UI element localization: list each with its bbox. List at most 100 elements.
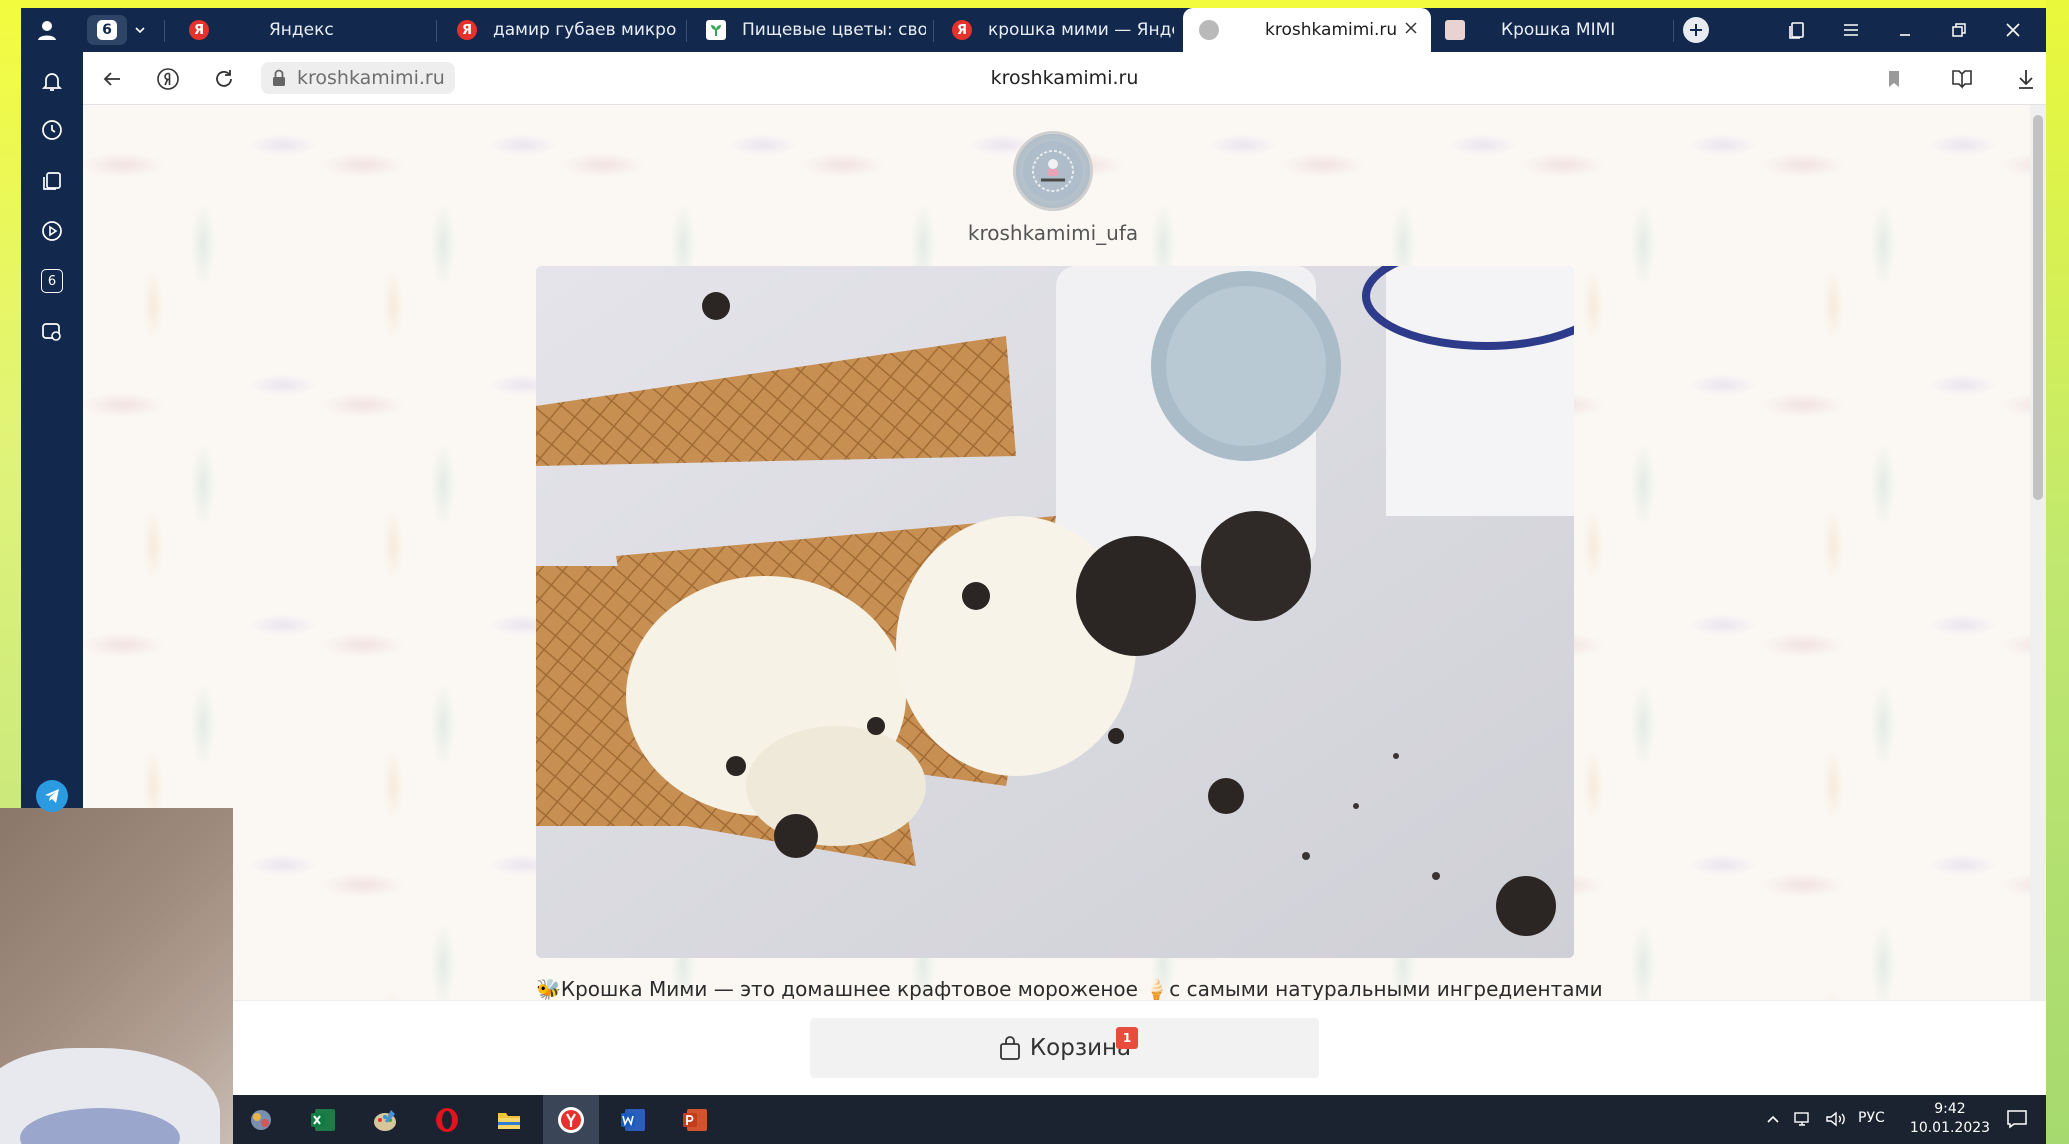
downloads-button[interactable] xyxy=(2011,64,2041,94)
powerpoint-icon xyxy=(683,1108,707,1131)
scrollbar-thumb[interactable] xyxy=(2033,115,2043,500)
scrollbar[interactable] xyxy=(2030,105,2046,1000)
image-favicon-icon xyxy=(1445,20,1465,40)
windows-taskbar: РУС 9:42 10.01.2023 xyxy=(233,1095,2046,1144)
opera-button[interactable] xyxy=(419,1095,475,1144)
back-button[interactable] xyxy=(97,64,127,94)
restore-button[interactable] xyxy=(1939,8,1979,52)
yandex-browser-button[interactable] xyxy=(543,1095,599,1144)
video-button[interactable] xyxy=(37,216,67,246)
cart-bar: Корзина xyxy=(233,1000,2046,1095)
cart-button[interactable]: Корзина xyxy=(810,1018,1319,1078)
yandex-favicon-icon: Я xyxy=(952,20,972,40)
notifications-button[interactable] xyxy=(37,66,67,96)
collections-sidebar-button[interactable] xyxy=(37,166,67,196)
tab-kroshkamimi-active[interactable]: kroshkamimi.ru xyxy=(1183,8,1431,52)
reload-button[interactable] xyxy=(209,64,239,94)
counter-icon: 6 xyxy=(41,269,63,293)
camera-icon xyxy=(42,323,61,341)
address-bar: kroshkamimi.ru kroshkamimi.ru xyxy=(83,52,2046,105)
hero-image xyxy=(536,266,1574,958)
reader-mode-button[interactable] xyxy=(1947,64,1977,94)
tab-kroshka-search[interactable]: Я крошка мими — Яндекс: xyxy=(934,8,1174,52)
webcam-overlay xyxy=(0,808,233,1144)
paint-button[interactable] xyxy=(357,1095,413,1144)
history-button[interactable] xyxy=(37,115,67,145)
desktop-background-edge xyxy=(2046,0,2069,1144)
clock-date: 10.01.2023 xyxy=(1909,1120,1991,1136)
cards-icon xyxy=(43,172,61,190)
action-center-icon xyxy=(2007,1110,2027,1129)
input-language[interactable]: РУС xyxy=(1858,1110,1885,1126)
avatar[interactable] xyxy=(1013,131,1093,211)
system-clock[interactable]: 9:42 10.01.2023 xyxy=(1905,1100,1995,1138)
word-button[interactable] xyxy=(605,1095,661,1144)
clock-icon xyxy=(42,120,62,140)
bookmark-button[interactable] xyxy=(1879,64,1909,94)
powerpoint-button[interactable] xyxy=(667,1095,723,1144)
yandex-home-button[interactable] xyxy=(153,64,183,94)
tabs-counter-button[interactable]: 6 xyxy=(37,266,67,296)
network-icon xyxy=(1794,1112,1809,1126)
profile-username: kroshkamimi_ufa xyxy=(967,221,1139,245)
tab-label: Яндекс xyxy=(269,20,334,40)
plant-favicon-icon xyxy=(706,20,726,40)
clock-time: 9:42 xyxy=(1934,1101,1966,1117)
close-tab-icon[interactable] xyxy=(1403,20,1419,36)
yandex-favicon-icon: Я xyxy=(457,20,477,40)
profile-button[interactable] xyxy=(29,8,65,52)
page-viewport: kroshkamimi_ufa 🐝Крошка Мими — это домаш… xyxy=(83,105,2046,1000)
yandex-favicon-icon: Я xyxy=(189,20,209,40)
tab-label: дамир губаев микрозеле xyxy=(493,20,677,40)
file-explorer-button[interactable] xyxy=(481,1095,537,1144)
menu-button[interactable] xyxy=(1831,8,1871,52)
tab-count-badge: 6 xyxy=(97,20,117,40)
tray-overflow-button[interactable] xyxy=(1763,1108,1783,1130)
browser-sidebar: 6 xyxy=(21,52,83,808)
plus-icon xyxy=(1683,17,1709,43)
tab-groups-button[interactable]: 6 xyxy=(81,8,153,52)
url-field[interactable]: kroshkamimi.ru xyxy=(261,62,455,94)
minimize-button[interactable] xyxy=(1885,8,1925,52)
book-icon xyxy=(1952,70,1972,89)
excel-button[interactable] xyxy=(295,1095,351,1144)
tab-label: крошка мими — Яндекс: xyxy=(988,20,1174,40)
speaker-icon xyxy=(1826,1111,1845,1127)
bell-icon xyxy=(41,73,63,91)
excel-icon xyxy=(311,1108,335,1131)
volume-button[interactable] xyxy=(1823,1108,1849,1130)
paint-icon xyxy=(374,1109,396,1131)
notification-center-button[interactable] xyxy=(2003,1108,2031,1130)
network-button[interactable] xyxy=(1791,1108,1815,1130)
opera-icon xyxy=(436,1107,458,1132)
tab-label: Пищевые цветы: свойств xyxy=(742,20,926,40)
reload-icon xyxy=(216,70,232,87)
tab-label: Крошка MIMI xyxy=(1501,20,1616,40)
pinned-app-icon xyxy=(251,1109,271,1130)
tab-damir-search[interactable]: Я дамир губаев микрозеле xyxy=(437,8,677,52)
bookmarks-panel-icon xyxy=(1789,22,1804,39)
profile-icon xyxy=(38,21,56,40)
tab-edible-flowers[interactable]: Пищевые цветы: свойств xyxy=(686,8,926,52)
telegram-button[interactable] xyxy=(36,780,68,812)
close-window-button[interactable] xyxy=(1993,8,2033,52)
download-icon xyxy=(2019,70,2033,89)
cart-count-badge: 1 xyxy=(1116,1027,1138,1049)
screenshot-button[interactable] xyxy=(37,317,67,347)
yandex-browser-icon xyxy=(558,1106,584,1133)
logo-seal-icon xyxy=(1023,141,1083,201)
shopping-bag-icon xyxy=(998,1035,1022,1061)
tab-label: kroshkamimi.ru xyxy=(1265,20,1398,40)
tab-yandex[interactable]: Я Яндекс xyxy=(189,8,429,52)
new-tab-button[interactable] xyxy=(1673,8,1719,52)
pinned-app-button[interactable] xyxy=(233,1095,289,1144)
hamburger-icon xyxy=(1844,24,1858,36)
explorer-icon xyxy=(498,1112,520,1129)
play-icon xyxy=(42,221,62,241)
bookmark-icon xyxy=(1889,71,1899,87)
collections-button[interactable] xyxy=(1777,8,1817,52)
tab-kroshka-mimi[interactable]: Крошка MIMI xyxy=(1441,8,1671,52)
site-favicon-icon xyxy=(1199,20,1219,40)
url-text: kroshkamimi.ru xyxy=(297,67,445,89)
lock-icon xyxy=(271,69,287,92)
